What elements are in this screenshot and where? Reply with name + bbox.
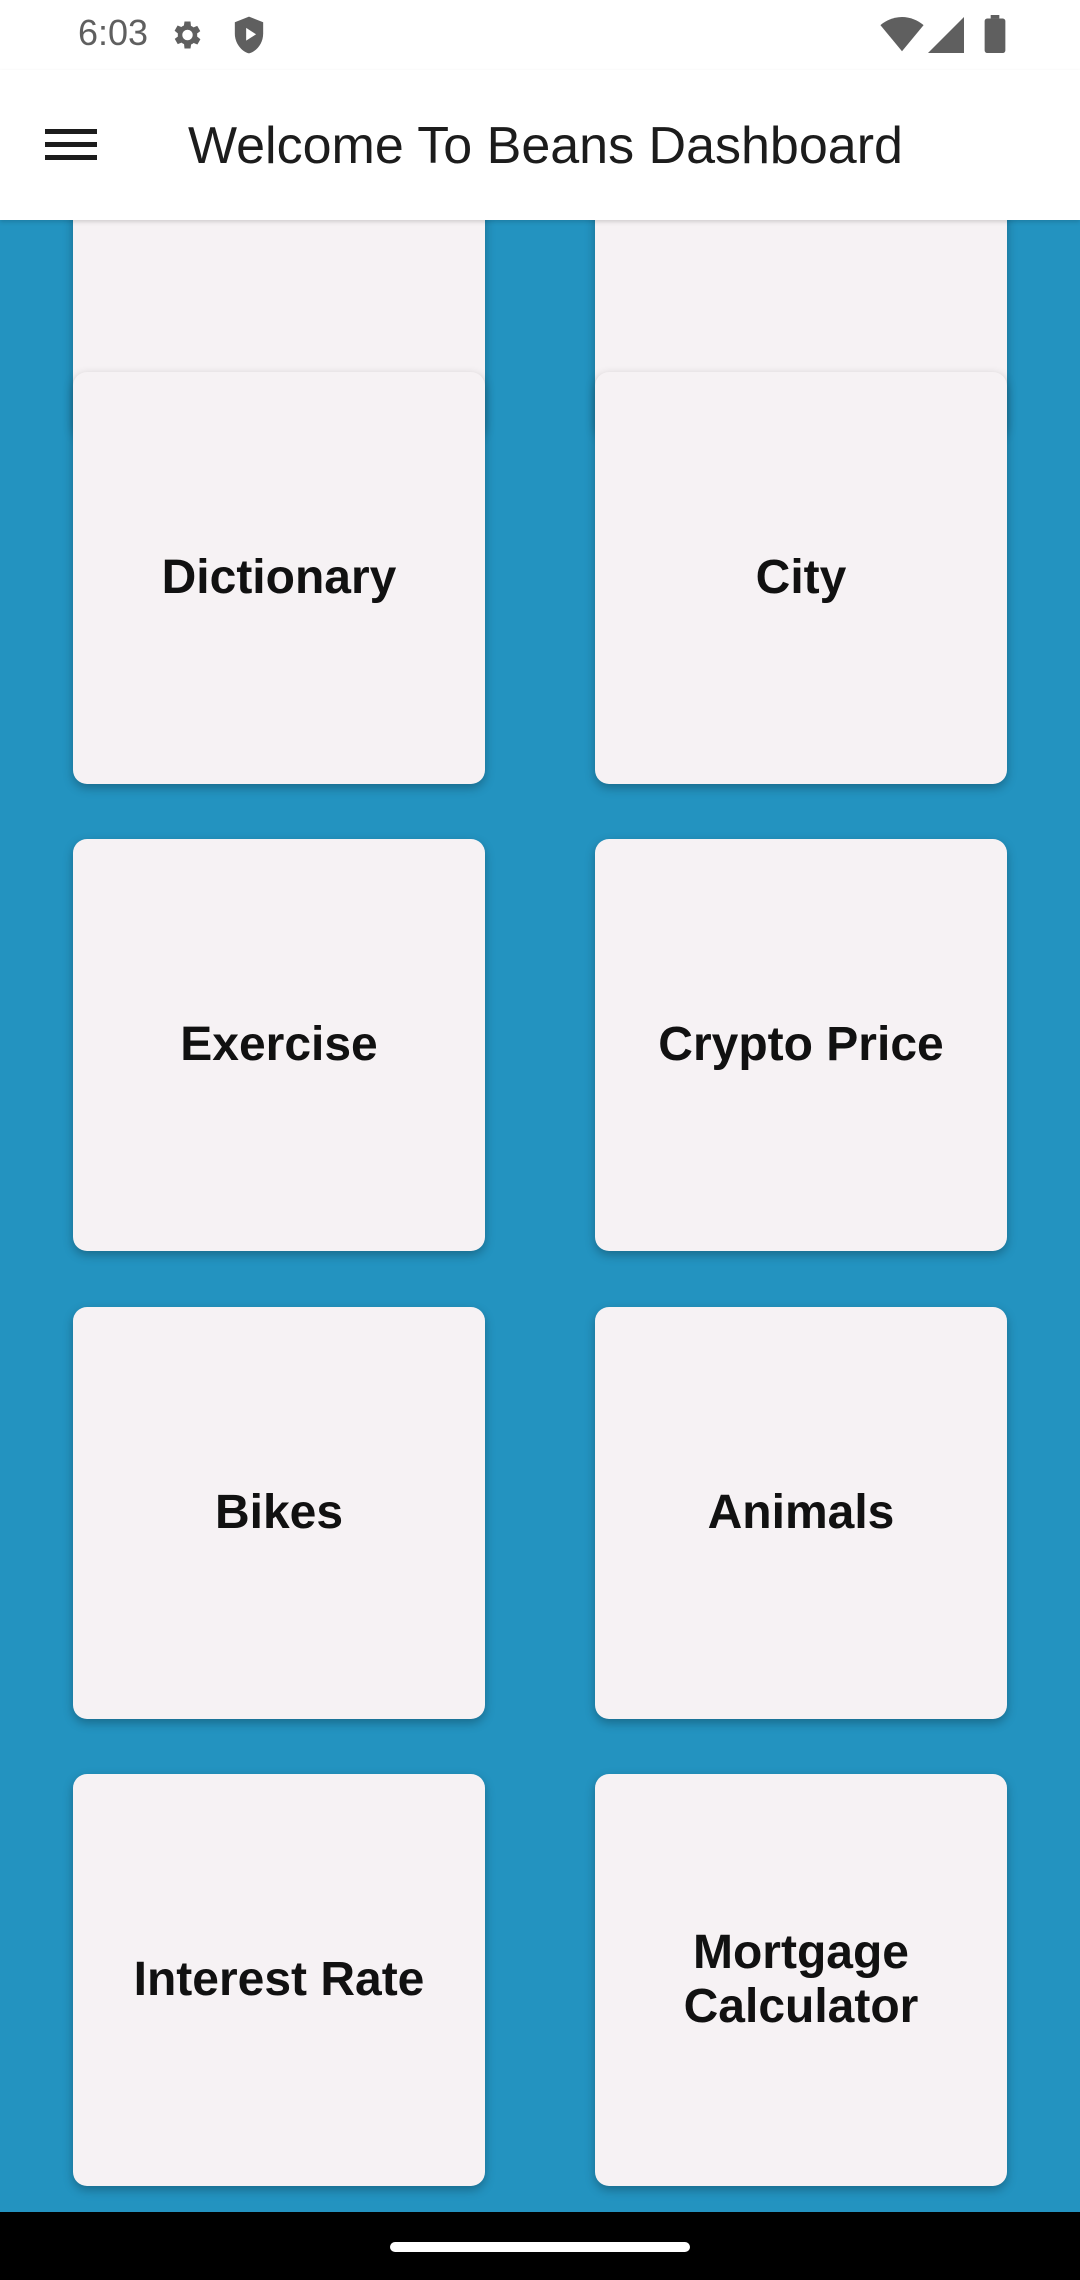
card-label: Interest Rate xyxy=(133,1953,425,2006)
wifi-icon xyxy=(880,17,924,58)
card-label: Animals xyxy=(707,1486,895,1539)
system-navigation-bar xyxy=(0,2212,1080,2280)
gear-icon xyxy=(168,17,204,58)
app-title: Welcome To Beans Dashboard xyxy=(188,117,903,175)
app-bar: Welcome To Beans Dashboard xyxy=(0,70,1080,220)
dashboard-card-dictionary[interactable]: Dictionary xyxy=(73,372,485,784)
dashboard-card-exercise[interactable]: Exercise xyxy=(73,839,485,1251)
battery-icon xyxy=(984,15,1006,58)
card-label: Mortgage Calculator xyxy=(683,1926,919,2033)
status-time: 6:03 xyxy=(78,12,149,53)
dashboard-card-city[interactable]: City xyxy=(595,372,1007,784)
dashboard-card-animals[interactable]: Animals xyxy=(595,1307,1007,1719)
shield-icon xyxy=(232,15,266,60)
card-label: Bikes xyxy=(214,1486,344,1539)
hamburger-menu-icon[interactable] xyxy=(38,112,104,178)
card-label: Exercise xyxy=(180,1018,378,1071)
dashboard-grid: Dictionary City Exercise Crypto Price Bi… xyxy=(0,220,1080,2212)
card-label: Dictionary xyxy=(161,551,397,604)
signal-icon xyxy=(928,17,964,58)
home-gesture-handle[interactable] xyxy=(390,2242,690,2252)
dashboard-card-mortgage-calculator[interactable]: Mortgage Calculator xyxy=(595,1774,1007,2186)
card-label: Crypto Price xyxy=(658,1018,944,1071)
dashboard-card-interest-rate[interactable]: Interest Rate xyxy=(73,1774,485,2186)
dashboard-card-crypto-price[interactable]: Crypto Price xyxy=(595,839,1007,1251)
card-label: City xyxy=(755,551,847,604)
dashboard-card-bikes[interactable]: Bikes xyxy=(73,1307,485,1719)
status-bar: 6:03 xyxy=(0,0,1080,70)
